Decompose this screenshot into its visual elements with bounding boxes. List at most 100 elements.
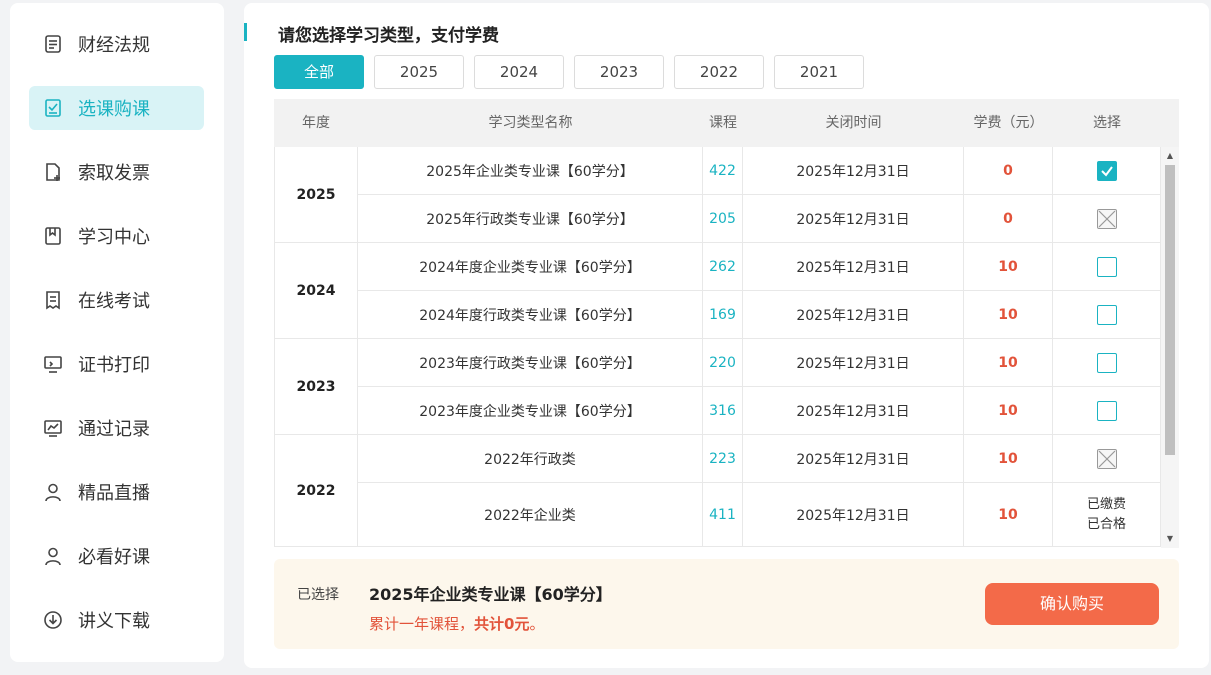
sidebar-item-9[interactable]: 讲义下载: [29, 598, 204, 642]
fee: 10: [964, 291, 1053, 338]
user-icon: [42, 545, 64, 567]
close-time: 2025年12月31日: [743, 387, 964, 434]
close-time: 2025年12月31日: [743, 483, 964, 546]
total-amount: 共计0元: [474, 615, 529, 633]
table-row: 2024年度行政类专业课【60学分】1692025年12月31日10: [358, 291, 1161, 339]
status-text: 已缴费已合格: [1087, 495, 1126, 535]
scroll-thumb[interactable]: [1165, 165, 1175, 455]
table-scrollbar[interactable]: ▲ ▼: [1161, 147, 1179, 548]
sidebar-item-3[interactable]: 学习中心: [29, 214, 204, 258]
sidebar-item-label: 财经法规: [78, 31, 150, 57]
tab-4[interactable]: 2022: [674, 55, 764, 89]
table-row: 2025年企业类专业课【60学分】4222025年12月31日0: [358, 147, 1161, 195]
scroll-up-arrow-icon[interactable]: ▲: [1165, 151, 1175, 161]
checkmark-icon: [1100, 164, 1114, 178]
select-cell: [1053, 195, 1161, 242]
select-cell: [1053, 291, 1161, 338]
chart-icon: [42, 417, 64, 439]
course-type-name: 2024年度企业类专业课【60学分】: [358, 243, 703, 290]
table-row: 2022年企业类4112025年12月31日10已缴费已合格: [358, 483, 1161, 547]
fee: 10: [964, 387, 1053, 434]
checkbox[interactable]: [1097, 305, 1117, 325]
sidebar-item-label: 讲义下载: [78, 607, 150, 633]
select-cell: [1053, 243, 1161, 290]
fee: 0: [964, 147, 1053, 194]
tab-2[interactable]: 2024: [474, 55, 564, 89]
checkbox[interactable]: [1097, 257, 1117, 277]
course-type-name: 2023年度企业类专业课【60学分】: [358, 387, 703, 434]
sidebar-item-label: 精品直播: [78, 479, 150, 505]
course-count[interactable]: 205: [703, 195, 743, 242]
scroll-down-arrow-icon[interactable]: ▼: [1165, 534, 1175, 544]
course-type-name: 2023年度行政类专业课【60学分】: [358, 339, 703, 386]
checkbox[interactable]: [1097, 353, 1117, 373]
sidebar-item-0[interactable]: 财经法规: [29, 22, 204, 66]
col-name: 学习类型名称: [358, 99, 703, 147]
course-count[interactable]: 220: [703, 339, 743, 386]
sidebar-item-5[interactable]: 证书打印: [29, 342, 204, 386]
year-cell: 2025: [274, 147, 358, 243]
select-cell: [1053, 435, 1161, 482]
course-count[interactable]: 262: [703, 243, 743, 290]
year-cell: 2023: [274, 339, 358, 435]
fee: 10: [964, 243, 1053, 290]
course-count[interactable]: 223: [703, 435, 743, 482]
document-icon: [42, 33, 64, 55]
user-icon: [42, 481, 64, 503]
status-line: 已合格: [1087, 515, 1126, 535]
sidebar-item-2[interactable]: 索取发票: [29, 150, 204, 194]
confirm-purchase-button[interactable]: 确认购买: [985, 583, 1159, 625]
table-body: 20252025年企业类专业课【60学分】4222025年12月31日02025…: [274, 147, 1179, 548]
sidebar: 财经法规选课购课索取发票学习中心在线考试证书打印通过记录精品直播必看好课讲义下载: [10, 3, 224, 662]
tab-5[interactable]: 2021: [774, 55, 864, 89]
year-cell: 2022: [274, 435, 358, 547]
sidebar-item-4[interactable]: 在线考试: [29, 278, 204, 322]
table-row: 2022年行政类2232025年12月31日10: [358, 435, 1161, 483]
col-year: 年度: [274, 99, 358, 147]
fee: 0: [964, 195, 1053, 242]
col-course: 课程: [703, 99, 743, 147]
title-accent-bar: [244, 23, 247, 41]
year-cell: 2024: [274, 243, 358, 339]
select-cell: 已缴费已合格: [1053, 483, 1161, 546]
close-time: 2025年12月31日: [743, 291, 964, 338]
tab-0[interactable]: 全部: [274, 55, 364, 89]
cross-icon: [1098, 210, 1116, 228]
exam-icon: [42, 289, 64, 311]
main-panel: 请您选择学习类型，支付学费 全部20252024202320222021 年度 …: [244, 3, 1209, 668]
course-count[interactable]: 316: [703, 387, 743, 434]
close-time: 2025年12月31日: [743, 339, 964, 386]
sidebar-item-1[interactable]: 选课购课: [29, 86, 204, 130]
selection-summary: 已选择 2025年企业类专业课【60学分】 累计一年课程，共计0元。 确认购买: [274, 559, 1179, 649]
course-type-name: 2025年行政类专业课【60学分】: [358, 195, 703, 242]
table-row: 2024年度企业类专业课【60学分】2622025年12月31日10: [358, 243, 1161, 291]
tab-1[interactable]: 2025: [374, 55, 464, 89]
close-time: 2025年12月31日: [743, 195, 964, 242]
total-prefix: 累计一年课程，: [369, 615, 474, 633]
total-suffix: 。: [529, 615, 544, 633]
select-cell: [1053, 387, 1161, 434]
close-time: 2025年12月31日: [743, 243, 964, 290]
fee: 10: [964, 339, 1053, 386]
sidebar-item-6[interactable]: 通过记录: [29, 406, 204, 450]
cross-icon: [1098, 450, 1116, 468]
sidebar-item-label: 通过记录: [78, 415, 150, 441]
course-count[interactable]: 411: [703, 483, 743, 546]
total-text: 累计一年课程，共计0元。: [369, 613, 544, 634]
table-row: 2023年度企业类专业课【60学分】3162025年12月31日10: [358, 387, 1161, 435]
course-count[interactable]: 169: [703, 291, 743, 338]
checkbox-checked[interactable]: [1097, 161, 1117, 181]
table-header: 年度 学习类型名称 课程 关闭时间 学费（元） 选择: [274, 99, 1179, 147]
status-line: 已缴费: [1087, 495, 1126, 515]
checkbox-disabled: [1097, 209, 1117, 229]
close-time: 2025年12月31日: [743, 147, 964, 194]
sidebar-item-7[interactable]: 精品直播: [29, 470, 204, 514]
download-icon: [42, 609, 64, 631]
tab-3[interactable]: 2023: [574, 55, 664, 89]
sidebar-item-label: 必看好课: [78, 543, 150, 569]
checkbox-disabled: [1097, 449, 1117, 469]
course-count[interactable]: 422: [703, 147, 743, 194]
checkbox[interactable]: [1097, 401, 1117, 421]
sidebar-item-label: 索取发票: [78, 159, 150, 185]
sidebar-item-8[interactable]: 必看好课: [29, 534, 204, 578]
